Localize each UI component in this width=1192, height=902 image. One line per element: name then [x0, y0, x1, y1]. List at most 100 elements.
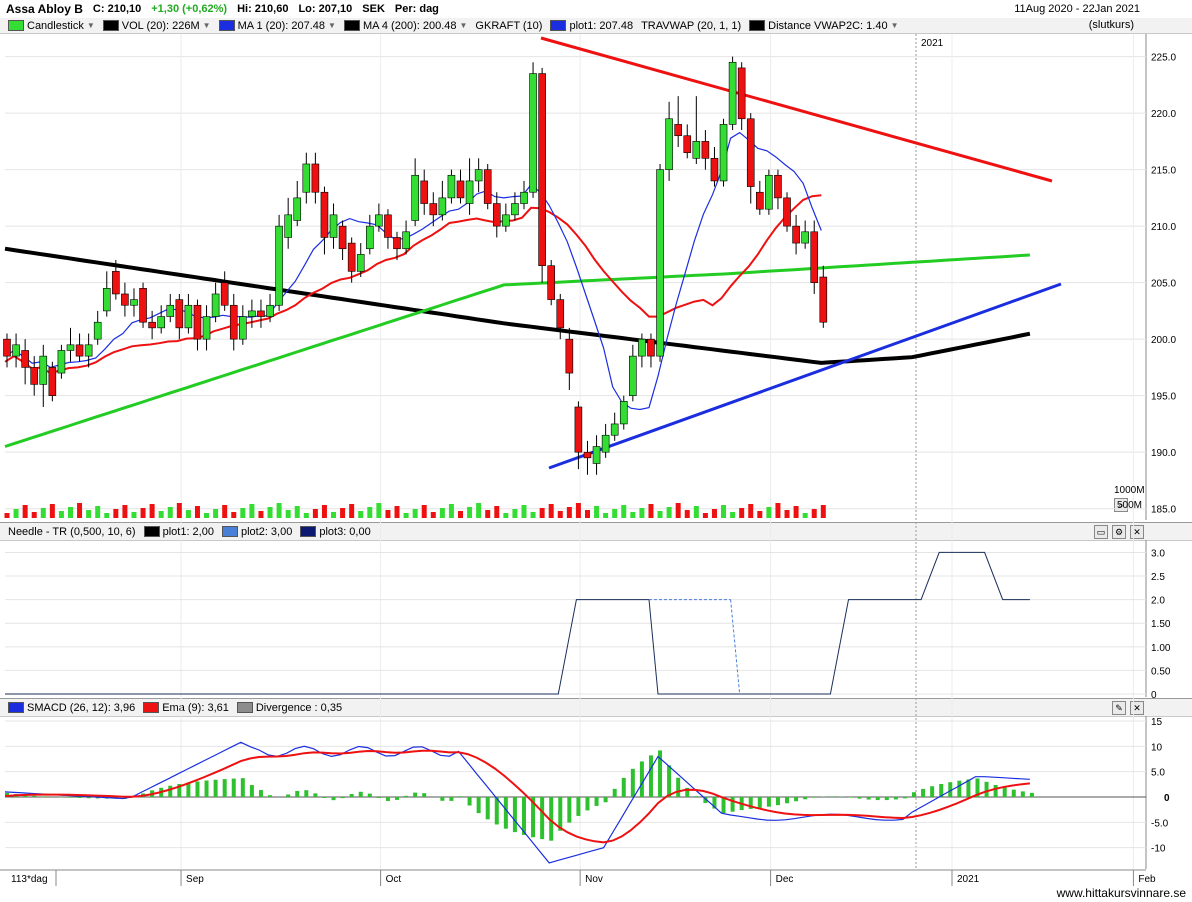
- candle-body: [302, 163, 311, 193]
- volume-bar: [331, 512, 337, 518]
- divergence-bar: [222, 779, 227, 797]
- volume-bar: [739, 508, 745, 518]
- volume-bar: [104, 513, 110, 518]
- candle-body: [21, 350, 29, 368]
- volume-bar: [702, 513, 708, 518]
- divergence-bar: [1002, 787, 1007, 797]
- divergence-bar: [449, 797, 454, 801]
- candle-body: [492, 203, 501, 227]
- volume-bar: [31, 512, 37, 518]
- year-marker-label: 2021: [921, 38, 944, 49]
- divergence-bar: [1029, 792, 1034, 797]
- price-tick-label: 200.0: [1151, 335, 1176, 346]
- candle-body: [220, 282, 229, 306]
- volume-bar: [77, 503, 83, 518]
- volume-bar: [675, 503, 681, 518]
- divergence-bar: [485, 797, 490, 820]
- candle-body: [202, 316, 211, 340]
- divergence-bar: [304, 790, 309, 797]
- candle-body: [375, 214, 383, 227]
- needle-tick-label: 1.00: [1151, 643, 1171, 654]
- volume-bar: [621, 505, 627, 518]
- volume-bar: [811, 509, 817, 518]
- volume-bar: [693, 506, 699, 518]
- candle-body: [783, 197, 791, 227]
- volume-bar: [258, 511, 264, 518]
- divergence-bar: [476, 797, 481, 814]
- candle-body: [556, 299, 565, 329]
- divergence-bar: [984, 781, 989, 797]
- volume-bar: [630, 512, 636, 518]
- candle-body: [683, 135, 692, 153]
- candle-body: [211, 293, 220, 317]
- volume-bar: [557, 511, 563, 518]
- candle-body: [674, 124, 682, 137]
- candle-body: [538, 73, 546, 266]
- candle-body: [66, 344, 75, 351]
- volume-bar: [575, 503, 581, 518]
- volume-bar: [521, 505, 527, 518]
- needle-tick-label: 2.5: [1151, 572, 1165, 583]
- volume-bar: [194, 506, 200, 518]
- candle-body: [765, 174, 773, 210]
- divergence-bar: [340, 797, 345, 799]
- volume-bar: [639, 508, 645, 518]
- volume-bar: [394, 506, 400, 518]
- volume-bar: [594, 506, 600, 518]
- divergence-bar: [630, 768, 635, 797]
- volume-bar: [131, 512, 137, 518]
- divergence-bar: [676, 777, 681, 797]
- divergence-bar: [921, 788, 926, 797]
- candle-body: [801, 231, 809, 244]
- candle-body: [393, 237, 401, 250]
- x-tick-label: 113*dag: [11, 874, 48, 885]
- volume-bar: [58, 511, 64, 518]
- macd-tick-label: 10: [1151, 742, 1163, 753]
- volume-label: 500M: [1117, 500, 1142, 511]
- price-axis-bg: [1146, 34, 1192, 520]
- volume-bar: [802, 513, 808, 518]
- candle-body: [293, 197, 302, 221]
- volume-bar: [485, 510, 491, 518]
- divergence-bar: [385, 797, 390, 801]
- divergence-bar: [766, 797, 771, 807]
- divergence-bar: [857, 797, 862, 799]
- volume-bar: [612, 509, 618, 518]
- candle-body: [719, 124, 728, 182]
- candle-body: [710, 158, 719, 182]
- support-trendline: [548, 282, 1062, 470]
- volume-bar: [113, 509, 119, 518]
- candle-body: [48, 367, 57, 396]
- candle-body: [456, 180, 465, 199]
- x-tick-label: Sep: [186, 874, 204, 885]
- divergence-bar: [268, 795, 273, 797]
- price-tick-label: 195.0: [1151, 392, 1176, 403]
- candle-body: [529, 73, 537, 193]
- volume-bar: [340, 508, 346, 518]
- divergence-bar: [993, 784, 998, 797]
- volume-bar: [276, 503, 282, 518]
- divergence-bar: [404, 795, 409, 797]
- divergence-bar: [621, 777, 626, 797]
- volume-bar: [666, 507, 672, 518]
- candle-body: [148, 321, 156, 329]
- volume-bar: [458, 511, 463, 518]
- candle-body: [656, 169, 664, 357]
- candle-body: [30, 367, 39, 385]
- candle-body: [601, 434, 610, 453]
- volume-bar: [349, 504, 355, 518]
- candle-body: [157, 316, 165, 329]
- volume-bar: [584, 510, 590, 518]
- volume-bar: [249, 504, 255, 518]
- volume-bar: [358, 511, 364, 518]
- divergence-bar: [567, 797, 572, 823]
- volume-bar: [793, 506, 799, 518]
- divergence-bar: [367, 793, 372, 797]
- candle-body: [284, 214, 292, 238]
- volume-bar: [321, 505, 327, 518]
- candle-body: [737, 67, 746, 120]
- candle-body: [819, 276, 828, 323]
- divergence-bar: [249, 785, 254, 797]
- price-type: (slutkurs): [1088, 19, 1134, 31]
- price-tick-label: 215.0: [1151, 166, 1176, 177]
